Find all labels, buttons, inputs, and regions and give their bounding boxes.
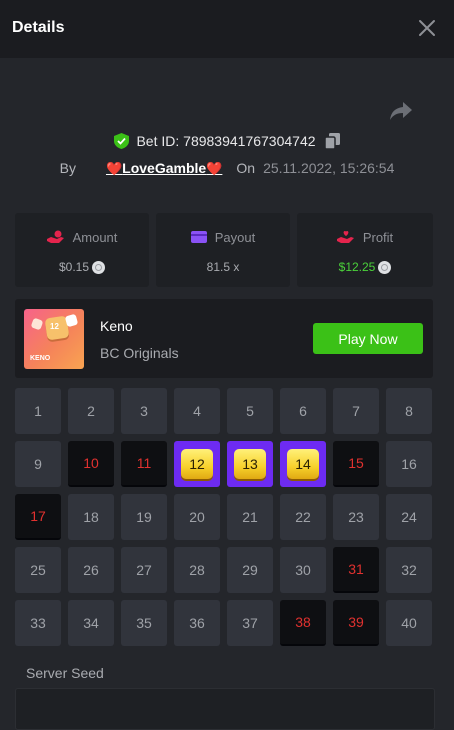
keno-number-33[interactable]: 33: [15, 600, 61, 646]
keno-number-22[interactable]: 22: [280, 494, 326, 540]
keno-number-27[interactable]: 27: [121, 547, 167, 593]
keno-number-15[interactable]: 15: [333, 441, 379, 487]
keno-number-14[interactable]: 14: [280, 441, 326, 487]
bet-date: 25.11.2022, 15:26:54: [263, 160, 395, 176]
copy-icon[interactable]: [324, 133, 340, 149]
keno-number-34[interactable]: 34: [68, 600, 114, 646]
keno-number-25[interactable]: 25: [15, 547, 61, 593]
details-header: Details: [0, 0, 454, 58]
by-label: By: [59, 160, 76, 176]
keno-number-37[interactable]: 37: [227, 600, 273, 646]
payout-value: 81.5 x: [206, 260, 240, 274]
keno-number-9[interactable]: 9: [15, 441, 61, 487]
keno-number-17[interactable]: 17: [15, 494, 61, 540]
on-label: On: [236, 160, 256, 176]
server-seed-field[interactable]: [15, 688, 435, 730]
game-provider: BC Originals: [100, 345, 179, 361]
server-seed-label: Server Seed: [26, 665, 104, 681]
coin-icon: [92, 260, 106, 274]
share-icon[interactable]: [389, 100, 413, 122]
coin-icon: [378, 260, 392, 274]
ball-shape: [64, 313, 79, 328]
payout-card: Payout 81.5 x: [156, 213, 290, 287]
amount-value: $0.15: [58, 260, 90, 274]
keno-number-35[interactable]: 35: [121, 600, 167, 646]
hand-coin-icon: [46, 230, 64, 243]
keno-number-1[interactable]: 1: [15, 388, 61, 434]
keno-number-10[interactable]: 10: [68, 441, 114, 487]
keno-number-3[interactable]: 3: [121, 388, 167, 434]
keno-number-36[interactable]: 36: [174, 600, 220, 646]
heart-left-icon: ❤️: [105, 160, 123, 176]
keno-number-28[interactable]: 28: [174, 547, 220, 593]
username-link[interactable]: ❤️LoveGamble❤️: [106, 160, 222, 177]
amount-card: Amount $0.15: [15, 213, 149, 287]
profit-label: Profit: [362, 229, 394, 245]
keno-number-20[interactable]: 20: [174, 494, 220, 540]
keno-number-16[interactable]: 16: [386, 441, 432, 487]
keno-number-38[interactable]: 38: [280, 600, 326, 646]
payout-label: Payout: [214, 229, 256, 245]
keno-number-7[interactable]: 7: [333, 388, 379, 434]
keno-number-30[interactable]: 30: [280, 547, 326, 593]
game-name: Keno: [100, 318, 133, 334]
username: LoveGamble: [122, 159, 207, 176]
profit-value: $12.25: [338, 260, 376, 274]
keno-number-8[interactable]: 8: [386, 388, 432, 434]
keno-number-29[interactable]: 29: [227, 547, 273, 593]
keno-board: 1 2 3 4 5 6 7 8 9 10 11 12 13 14 15 16 17 18 19 20 21 22 23 24 2…: [15, 388, 435, 646]
hand-heart-icon: [336, 231, 354, 243]
amount-label: Amount: [72, 229, 118, 245]
keno-number-23[interactable]: 23: [333, 494, 379, 540]
thumb-number: 12: [50, 322, 59, 331]
game-card: 12 KENO Keno BC Originals Play Now: [15, 299, 433, 378]
play-now-button[interactable]: Play Now: [313, 323, 423, 354]
ball-shape: [30, 317, 44, 331]
hit-gem: 14: [287, 449, 319, 479]
bet-id-row: Bet ID: 78983941767304742: [0, 131, 454, 151]
keno-number-4[interactable]: 4: [174, 388, 220, 434]
keno-thumbnail: 12 KENO: [24, 309, 84, 369]
keno-number-31[interactable]: 31: [333, 547, 379, 593]
profit-card: Profit $12.25: [297, 213, 433, 287]
keno-number-11[interactable]: 11: [121, 441, 167, 487]
bet-id: Bet ID: 78983941767304742: [136, 133, 316, 149]
keno-number-18[interactable]: 18: [68, 494, 114, 540]
shield-check-icon: [114, 133, 130, 149]
keno-number-32[interactable]: 32: [386, 547, 432, 593]
keno-number-19[interactable]: 19: [121, 494, 167, 540]
wallet-icon: [190, 231, 207, 243]
heart-right-icon: ❤️: [206, 160, 223, 176]
keno-number-40[interactable]: 40: [386, 600, 432, 646]
keno-number-2[interactable]: 2: [68, 388, 114, 434]
hit-gem: 13: [234, 449, 266, 479]
keno-number-12[interactable]: 12: [174, 441, 220, 487]
hit-gem: 12: [181, 449, 213, 479]
keno-number-39[interactable]: 39: [333, 600, 379, 646]
page-title: Details: [12, 19, 65, 36]
keno-number-5[interactable]: 5: [227, 388, 273, 434]
keno-number-13[interactable]: 13: [227, 441, 273, 487]
keno-number-21[interactable]: 21: [227, 494, 273, 540]
close-icon[interactable]: [418, 19, 436, 37]
keno-number-26[interactable]: 26: [68, 547, 114, 593]
keno-number-24[interactable]: 24: [386, 494, 432, 540]
keno-number-6[interactable]: 6: [280, 388, 326, 434]
thumb-text: KENO: [30, 355, 51, 362]
bet-by-row: By ❤️LoveGamble❤️ On 25.11.2022, 15:26:5…: [0, 158, 454, 178]
